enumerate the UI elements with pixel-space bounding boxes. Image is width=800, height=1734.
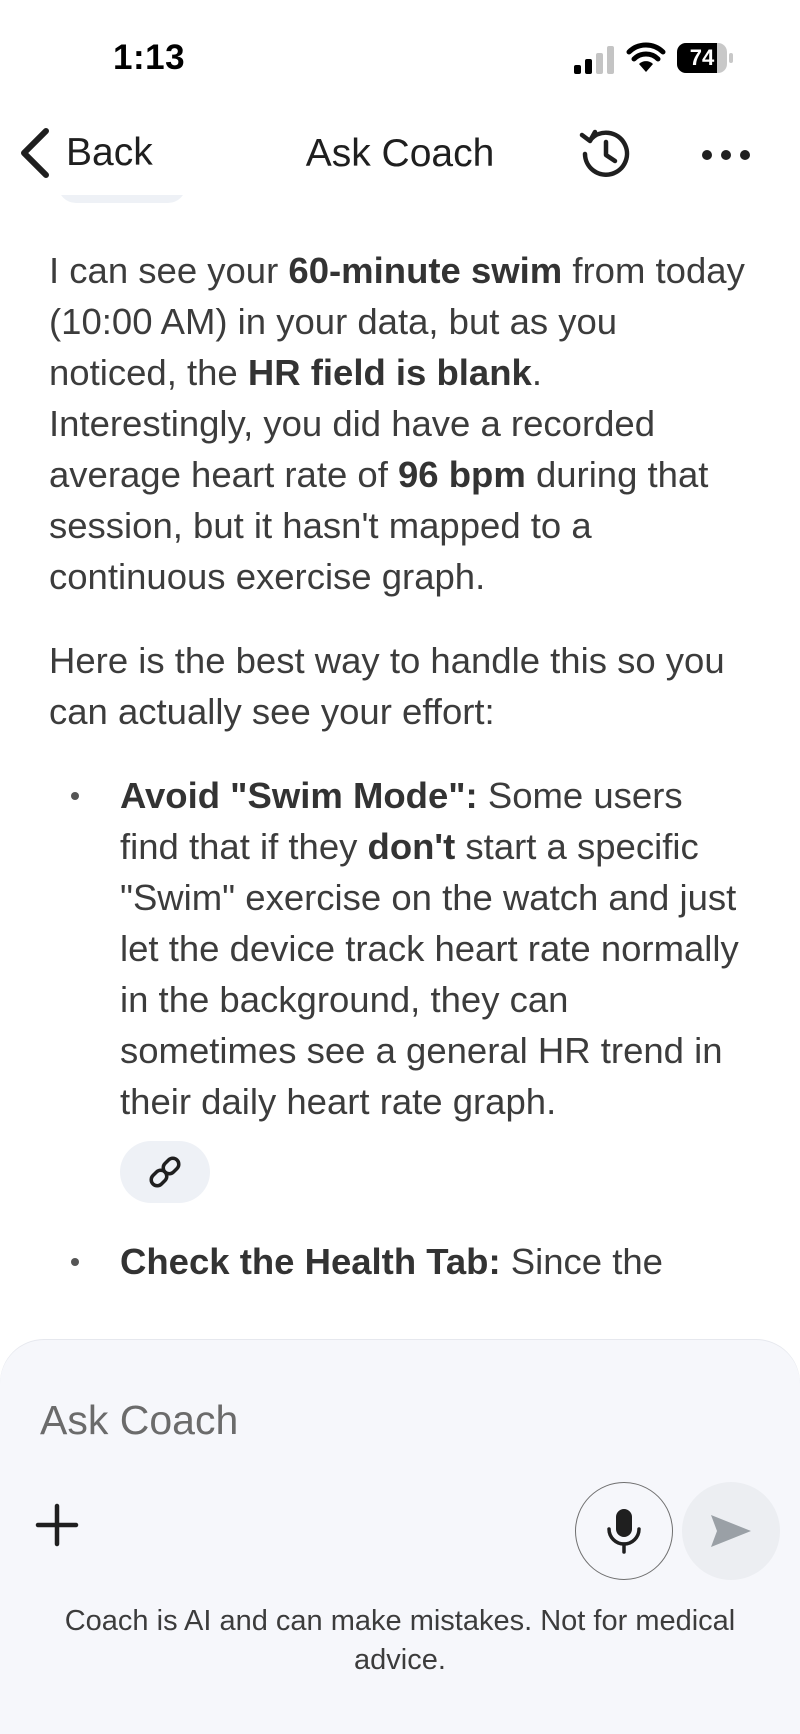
message-paragraph: I can see your 60-minute swim from today… — [49, 245, 749, 602]
message-paragraph: Here is the best way to handle this so y… — [49, 640, 725, 732]
message-bold: HR field is blank — [247, 352, 532, 393]
message-text: start a specific "Swim" exercise on the … — [120, 826, 739, 1122]
ask-coach-input[interactable] — [40, 1390, 740, 1450]
mic-icon — [607, 1509, 641, 1554]
status-bar: 1:13 74 — [0, 0, 800, 110]
list-item-title: Avoid "Swim Mode": — [120, 775, 478, 816]
history-icon[interactable] — [576, 124, 636, 184]
send-button[interactable] — [682, 1482, 780, 1580]
previous-message-chip — [58, 195, 186, 203]
message-bold: 96 bpm — [398, 454, 526, 495]
list-item: Check the Health Tab: Since the — [49, 1236, 749, 1287]
status-time: 1:13 — [113, 38, 186, 77]
plus-icon[interactable] — [30, 1498, 84, 1552]
page-title: Ask Coach — [305, 132, 495, 175]
message-text: I can see your — [49, 250, 289, 291]
message-bold: don't — [367, 826, 456, 867]
coach-message: I can see your 60-minute swim from today… — [49, 245, 749, 1319]
message-text: Since the — [500, 1241, 663, 1282]
source-link-button[interactable] — [120, 1141, 210, 1203]
chat-area[interactable]: I can see your 60-minute swim from today… — [0, 195, 800, 1340]
ai-disclaimer: Coach is AI and can make mistakes. Not f… — [64, 1605, 736, 1676]
signal-icon — [574, 46, 614, 74]
send-icon — [711, 1515, 751, 1547]
tips-list: Avoid "Swim Mode": Some users find that … — [49, 770, 749, 1287]
composer: Coach is AI and can make mistakes. Not f… — [0, 1340, 800, 1734]
more-icon[interactable] — [696, 130, 756, 180]
top-nav: Back Ask Coach — [0, 110, 800, 195]
battery-level: 74 — [689, 45, 715, 70]
message-bold: 60-minute swim — [288, 250, 563, 291]
mic-button[interactable] — [575, 1482, 673, 1580]
coach-chat-screen: 1:13 74 Back Ask Coach I can see your 60… — [0, 0, 800, 1734]
bullet-dot — [71, 792, 79, 800]
bullet-dot — [71, 1258, 79, 1266]
wifi-icon — [626, 42, 666, 72]
link-icon — [149, 1156, 181, 1188]
list-item-title: Check the Health Tab: — [120, 1241, 501, 1282]
list-item: Avoid "Swim Mode": Some users find that … — [49, 770, 749, 1204]
